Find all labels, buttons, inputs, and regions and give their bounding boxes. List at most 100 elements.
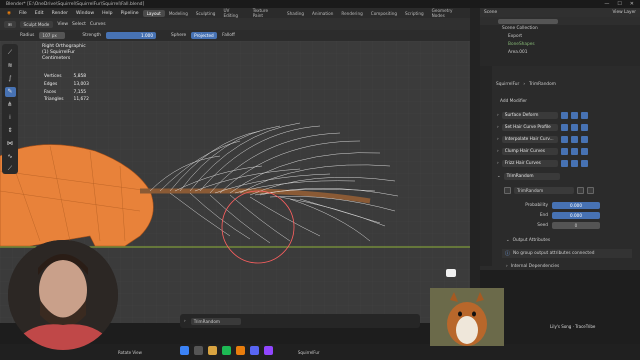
outliner-item[interactable]: Area.001 bbox=[502, 49, 640, 57]
fake-user-icon[interactable] bbox=[577, 187, 584, 194]
minimize-button[interactable]: — bbox=[604, 1, 609, 7]
workspace-tab-animation[interactable]: Animation bbox=[308, 10, 337, 17]
workspace-tab-scripting[interactable]: Scripting bbox=[401, 10, 428, 17]
density-tool-icon[interactable]: ⁞ bbox=[5, 113, 16, 123]
viewport-toggle-icon[interactable] bbox=[570, 112, 578, 119]
sphere-option[interactable]: Sphere bbox=[171, 33, 186, 38]
expand-chevron-icon[interactable]: › bbox=[506, 264, 508, 269]
outliner-item[interactable]: BoneShapes bbox=[502, 41, 640, 49]
maximize-button[interactable]: ☐ bbox=[617, 1, 621, 7]
menu-pipeline[interactable]: Pipeline bbox=[117, 11, 143, 16]
delete-tool-icon[interactable]: ⋔ bbox=[5, 100, 16, 110]
view-layer-selector[interactable]: View Layer bbox=[612, 10, 640, 15]
falloff-dropdown[interactable]: Falloff bbox=[222, 33, 235, 38]
close-button[interactable]: ✕ bbox=[630, 1, 634, 7]
comb-tool-icon[interactable]: ≋ bbox=[5, 61, 16, 71]
viewport-toggle-icon[interactable] bbox=[570, 124, 578, 131]
edit-mode-icon[interactable] bbox=[560, 112, 568, 119]
modifier-row-expanded[interactable]: ⌄ TrimRandom bbox=[480, 172, 620, 181]
obs-icon[interactable] bbox=[264, 346, 273, 355]
pinch-tool-icon[interactable]: ⋈ bbox=[5, 138, 16, 148]
modifier-row[interactable]: › Interpolate Hair Curv... bbox=[480, 135, 620, 144]
mode-selector[interactable]: Sculpt Mode bbox=[19, 20, 54, 28]
camera-view-icon[interactable] bbox=[446, 269, 456, 277]
seed-field[interactable]: 0 bbox=[552, 221, 600, 229]
menu-select[interactable]: Select bbox=[72, 22, 86, 27]
workspace-tab-shading[interactable]: Shading bbox=[283, 10, 308, 17]
collapse-chevron-icon[interactable]: ⌄ bbox=[497, 174, 501, 179]
modifier-row[interactable]: › Clump Hair Curves bbox=[480, 147, 620, 156]
file-explorer-icon[interactable] bbox=[208, 346, 217, 355]
spotify-icon[interactable] bbox=[222, 346, 231, 355]
operator-name[interactable]: TrimRandom bbox=[190, 317, 241, 325]
editor-type-icon[interactable]: ⊞ bbox=[4, 20, 16, 28]
start-menu-icon[interactable] bbox=[180, 346, 189, 355]
unlink-icon[interactable] bbox=[587, 187, 594, 194]
strength-slider[interactable]: 1.000 bbox=[106, 32, 157, 39]
add-curves-tool-icon[interactable]: ✎ bbox=[4, 86, 16, 97]
render-toggle-icon[interactable] bbox=[580, 112, 588, 119]
strength-label: Strength bbox=[82, 33, 102, 38]
search-icon[interactable] bbox=[194, 346, 203, 355]
modifier-row[interactable]: › Set Hair Curve Profile bbox=[480, 123, 620, 132]
annotate-tool-icon[interactable]: ⟋ bbox=[5, 164, 16, 174]
outliner-item[interactable]: Export bbox=[502, 33, 640, 41]
menu-view[interactable]: View bbox=[57, 22, 68, 27]
discord-icon[interactable] bbox=[250, 346, 259, 355]
menu-window[interactable]: Window bbox=[72, 11, 98, 16]
scene-selector[interactable]: Scene bbox=[484, 10, 497, 15]
stat-row: Vertices 5,858 bbox=[44, 74, 87, 79]
expand-chevron-icon[interactable]: › bbox=[184, 319, 186, 324]
workspace-tab-modeling[interactable]: Modeling bbox=[165, 10, 192, 17]
menu-edit[interactable]: Edit bbox=[31, 11, 48, 16]
outliner-search[interactable] bbox=[498, 18, 558, 24]
edit-mode-icon[interactable] bbox=[560, 136, 568, 143]
adjust-last-operation-panel[interactable]: › TrimRandom bbox=[180, 314, 420, 328]
collapse-chevron-icon[interactable]: ⌄ bbox=[506, 238, 510, 243]
workspace-tab-rendering[interactable]: Rendering bbox=[337, 10, 366, 17]
workspace-tab-compositing[interactable]: Compositing bbox=[367, 10, 401, 17]
menu-render[interactable]: Render bbox=[48, 11, 72, 16]
menu-file[interactable]: File bbox=[15, 11, 31, 16]
reference-squirrel-photo bbox=[430, 288, 504, 346]
workspace-tab-layout[interactable]: Layout bbox=[142, 9, 165, 17]
internal-dependencies-section[interactable]: › Internal Dependencies bbox=[506, 264, 559, 269]
snake-hook-tool-icon[interactable]: ∫ bbox=[5, 74, 16, 84]
outliner-item[interactable]: Scene Collection bbox=[502, 25, 640, 33]
viewport-info: Right Orthographic (1) SquirrelFur Centi… bbox=[42, 44, 86, 62]
expand-chevron-icon[interactable]: › bbox=[497, 125, 499, 130]
projected-option[interactable]: Projected bbox=[191, 32, 218, 39]
menu-curves[interactable]: Curves bbox=[90, 22, 106, 27]
select-tool-icon[interactable]: ⟋ bbox=[5, 48, 16, 58]
viewport-toggle-icon[interactable] bbox=[570, 160, 578, 167]
menu-help[interactable]: Help bbox=[98, 11, 116, 16]
grow-shrink-tool-icon[interactable]: ⇕ bbox=[5, 125, 16, 135]
render-toggle-icon[interactable] bbox=[580, 136, 588, 143]
end-field[interactable]: 0.000 bbox=[552, 211, 600, 219]
edit-mode-icon[interactable] bbox=[560, 148, 568, 155]
node-group-selector[interactable]: TrimRandom bbox=[514, 187, 574, 194]
viewport-toggle-icon[interactable] bbox=[570, 148, 578, 155]
radius-field[interactable]: 107 px bbox=[39, 32, 66, 39]
output-attributes-section[interactable]: ⌄ Output Attributes bbox=[506, 238, 550, 243]
expand-chevron-icon[interactable]: › bbox=[497, 137, 499, 142]
viewport-toggle-icon[interactable] bbox=[570, 136, 578, 143]
modifier-row[interactable]: › Frizz Hair Curves bbox=[480, 159, 620, 168]
sculpt-toolbar: ⟋ ≋ ∫ ✎ ⋔ ⁞ ⇕ ⋈ ∿ ⟋ bbox=[2, 44, 18, 174]
expand-chevron-icon[interactable]: › bbox=[497, 161, 499, 166]
add-modifier-button[interactable]: Add Modifier bbox=[500, 99, 527, 104]
render-toggle-icon[interactable] bbox=[580, 148, 588, 155]
render-toggle-icon[interactable] bbox=[580, 160, 588, 167]
input-label: End bbox=[539, 212, 548, 218]
modifier-row[interactable]: › Surface Deform bbox=[480, 111, 620, 120]
blender-logo-icon[interactable]: ◉ bbox=[3, 11, 15, 16]
workspace-tab-sculpting[interactable]: Sculpting bbox=[192, 10, 220, 17]
expand-chevron-icon[interactable]: › bbox=[497, 113, 499, 118]
edit-mode-icon[interactable] bbox=[560, 124, 568, 131]
expand-chevron-icon[interactable]: › bbox=[497, 149, 499, 154]
render-toggle-icon[interactable] bbox=[580, 124, 588, 131]
blender-taskbar-icon[interactable] bbox=[236, 346, 245, 355]
probability-field[interactable]: 0.000 bbox=[552, 201, 600, 209]
puff-tool-icon[interactable]: ∿ bbox=[5, 151, 16, 161]
edit-mode-icon[interactable] bbox=[560, 160, 568, 167]
